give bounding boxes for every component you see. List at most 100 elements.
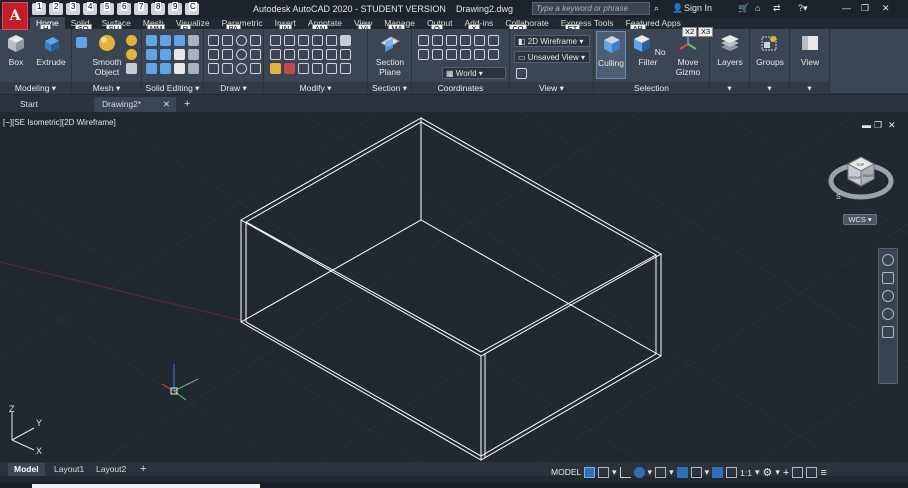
ucs-zaxis-icon[interactable] — [432, 49, 443, 60]
break-icon[interactable] — [284, 63, 295, 74]
ellipse-icon[interactable] — [236, 63, 247, 74]
qat-web-save-button[interactable]: 6 — [117, 2, 131, 15]
offset-icon[interactable] — [312, 49, 323, 60]
qat-new-button[interactable]: 1 — [32, 2, 46, 15]
isodraft-dropdown-icon[interactable]: ▾ — [669, 467, 674, 478]
box-button[interactable]: Box — [4, 33, 28, 67]
steering-wheel-icon[interactable] — [882, 254, 894, 266]
workspace-gear-icon[interactable]: ⚙ — [762, 466, 772, 479]
customization-menu-icon[interactable]: ≡ — [820, 467, 826, 479]
annotation-monitor-icon[interactable]: + — [783, 467, 789, 479]
slice-icon[interactable] — [146, 49, 157, 60]
polar-tracking-icon[interactable] — [633, 467, 645, 478]
section-plane-button[interactable]: Section Plane — [372, 33, 408, 77]
tab-output[interactable]: OutputO — [421, 17, 459, 34]
qat-save-button[interactable]: 3 — [66, 2, 80, 15]
panel-title[interactable]: ▾ — [710, 82, 749, 94]
ucs-y-icon[interactable] — [474, 49, 485, 60]
help-icon[interactable]: ?▾ — [798, 3, 808, 14]
tab-surface[interactable]: SurfaceSU — [96, 17, 137, 34]
tab-manage[interactable]: ManageMA — [378, 17, 421, 34]
isolate-objects-icon[interactable] — [792, 467, 804, 478]
workspace-dropdown-icon[interactable]: ▾ — [775, 467, 780, 478]
spline-icon[interactable] — [208, 49, 219, 60]
showmotion-icon[interactable] — [882, 326, 894, 338]
zoom-icon[interactable] — [882, 290, 894, 302]
mirror-icon[interactable] — [326, 35, 337, 46]
fillet-edge-icon[interactable] — [188, 35, 199, 46]
minimize-icon[interactable]: — — [842, 3, 851, 13]
tab-insert[interactable]: InsertIN — [269, 17, 302, 34]
thicken-icon[interactable] — [160, 49, 171, 60]
circle-icon[interactable] — [236, 35, 247, 46]
saved-view-dropdown[interactable]: ▭ Unsaved View ▾ — [514, 51, 590, 63]
ucs-object-icon[interactable] — [474, 35, 485, 46]
join-icon[interactable] — [340, 49, 351, 60]
panel-title[interactable]: Modeling ▾ — [0, 82, 71, 94]
explode-icon[interactable] — [326, 49, 337, 60]
grid-toggle-icon[interactable] — [584, 467, 595, 478]
viewport-config-icon[interactable] — [516, 68, 527, 79]
arc-icon[interactable] — [250, 35, 261, 46]
panel-title[interactable]: Draw ▾ — [204, 82, 263, 94]
viewport-restore-icon[interactable]: ❐ — [874, 120, 882, 131]
command-line[interactable] — [32, 484, 260, 488]
line-icon[interactable] — [208, 35, 219, 46]
copy-icon[interactable] — [284, 35, 295, 46]
shell-icon[interactable] — [146, 63, 157, 74]
construction-line-icon[interactable] — [222, 49, 233, 60]
stretch-icon[interactable] — [298, 35, 309, 46]
tab-annotate[interactable]: AnnotateAN — [302, 17, 348, 34]
tab-express-tools[interactable]: Express ToolsET — [555, 17, 620, 34]
auto-scale-icon[interactable] — [726, 467, 738, 478]
snap-dropdown-icon[interactable]: ▾ — [612, 467, 617, 478]
polar-dropdown-icon[interactable]: ▾ — [648, 467, 653, 478]
fillet-icon[interactable] — [270, 49, 281, 60]
panel-title[interactable]: Solid Editing ▾ — [142, 82, 203, 94]
qat-saveas-button[interactable]: 4 — [83, 2, 97, 15]
tab-add-ins[interactable]: Add-insX — [458, 17, 499, 34]
osnap-dropdown-icon[interactable]: ▾ — [705, 467, 710, 478]
separate-icon[interactable] — [160, 63, 171, 74]
box-wireframe[interactable] — [239, 117, 663, 461]
isodraft-icon[interactable] — [655, 467, 667, 478]
cart-icon[interactable]: 🛒 — [738, 3, 749, 14]
smooth-object-button[interactable]: Smooth Object — [90, 33, 124, 77]
tab-visualize[interactable]: VisualizeR — [170, 17, 216, 34]
array-icon[interactable] — [298, 49, 309, 60]
ortho-mode-icon[interactable] — [619, 467, 631, 478]
search-icon[interactable]: ⌕ — [654, 3, 659, 14]
qat-plot-button[interactable]: 7 — [134, 2, 148, 15]
ucs-3point-icon[interactable] — [446, 49, 457, 60]
imprint-icon[interactable] — [174, 63, 185, 74]
offset-edge-icon[interactable] — [188, 63, 199, 74]
panel-title[interactable]: Mesh ▾ — [72, 82, 141, 94]
ucs-view-icon[interactable] — [488, 35, 499, 46]
snap-mode-icon[interactable] — [598, 467, 609, 478]
ucs-face-icon[interactable] — [460, 35, 471, 46]
groups-button[interactable]: Groups — [754, 33, 786, 67]
move-icon[interactable] — [270, 35, 281, 46]
model-space-toggle[interactable]: MODEL — [551, 467, 581, 477]
viewcube[interactable]: TOP FRONT RIGHT S — [828, 156, 894, 201]
panel-title[interactable]: Modify ▾ — [264, 82, 367, 94]
restore-icon[interactable]: ❐ — [861, 3, 869, 14]
ucs-previous-icon[interactable] — [446, 35, 457, 46]
layout-tab-layout1[interactable]: Layout1 — [48, 463, 90, 476]
ucs-world-icon[interactable] — [432, 35, 443, 46]
layout-tab-model[interactable]: Model — [8, 463, 45, 476]
qat-web-open-button[interactable]: 5 — [100, 2, 114, 15]
tab-mesh[interactable]: MeshMM — [137, 17, 170, 34]
align-icon[interactable] — [298, 63, 309, 74]
ucs-icon[interactable] — [418, 35, 429, 46]
user-icon[interactable]: 👤 — [672, 3, 683, 14]
tab-solid[interactable]: SolidSO — [65, 17, 96, 34]
pan-icon[interactable] — [882, 272, 894, 284]
rectangle-icon[interactable] — [222, 63, 233, 74]
viewport-minimize-icon[interactable]: ▬ — [862, 120, 871, 130]
panel-title[interactable]: Coordinates — [412, 82, 509, 94]
tab-home[interactable]: HomeH — [30, 17, 65, 34]
panel-title[interactable]: Selection — [594, 82, 709, 94]
visual-style-dropdown[interactable]: ◧ 2D Wireframe ▾ — [514, 35, 590, 47]
mesh-smooth-less-icon[interactable] — [126, 49, 137, 60]
